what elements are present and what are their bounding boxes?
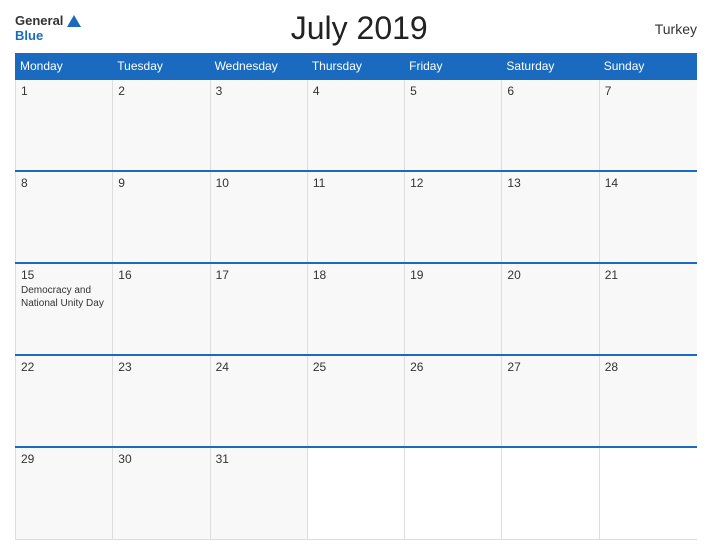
calendar-cell: 12 bbox=[405, 171, 502, 263]
calendar-cell bbox=[599, 447, 696, 539]
day-number: 1 bbox=[21, 84, 107, 98]
calendar-cell: 26 bbox=[405, 355, 502, 447]
calendar-cell: 24 bbox=[210, 355, 307, 447]
day-number: 2 bbox=[118, 84, 204, 98]
logo-blue-text: Blue bbox=[15, 29, 43, 43]
calendar-cell: 23 bbox=[113, 355, 210, 447]
calendar-cell: 11 bbox=[307, 171, 404, 263]
day-number: 17 bbox=[216, 268, 302, 282]
calendar-header: General Blue July 2019 Turkey bbox=[15, 10, 697, 47]
day-number: 16 bbox=[118, 268, 204, 282]
weekday-header-wednesday: Wednesday bbox=[210, 54, 307, 80]
day-number: 6 bbox=[507, 84, 593, 98]
day-number: 8 bbox=[21, 176, 107, 190]
calendar-cell: 4 bbox=[307, 79, 404, 171]
calendar-week-row: 15 Democracy and National Unity Day 16 17 18… bbox=[16, 263, 697, 355]
calendar-week-row: 89 10 11 12 13 14 bbox=[16, 171, 697, 263]
calendar-cell: 25 bbox=[307, 355, 404, 447]
calendar-cell: 28 bbox=[599, 355, 696, 447]
day-number: 12 bbox=[410, 176, 496, 190]
logo-general-text: General bbox=[15, 14, 63, 28]
calendar-week-row: 29 30 31 bbox=[16, 447, 697, 539]
calendar-week-row: 22 23 24 25 26 27 28 bbox=[16, 355, 697, 447]
calendar-week-row: 1234567 bbox=[16, 79, 697, 171]
calendar-cell: 10 bbox=[210, 171, 307, 263]
day-number: 27 bbox=[507, 360, 593, 374]
day-number: 29 bbox=[21, 452, 107, 466]
day-number: 24 bbox=[216, 360, 302, 374]
day-number: 19 bbox=[410, 268, 496, 282]
day-number: 23 bbox=[118, 360, 204, 374]
weekday-header-thursday: Thursday bbox=[307, 54, 404, 80]
day-number: 3 bbox=[216, 84, 302, 98]
calendar-cell: 7 bbox=[599, 79, 696, 171]
day-number: 22 bbox=[21, 360, 107, 374]
event-text: Democracy and National Unity Day bbox=[21, 284, 107, 310]
day-number: 10 bbox=[216, 176, 302, 190]
weekday-header-monday: Monday bbox=[16, 54, 113, 80]
calendar-cell: 13 bbox=[502, 171, 599, 263]
calendar-cell: 1 bbox=[16, 79, 113, 171]
calendar-cell: 15 Democracy and National Unity Day bbox=[16, 263, 113, 355]
weekday-header-row: MondayTuesdayWednesdayThursdayFridaySatu… bbox=[16, 54, 697, 80]
weekday-header-saturday: Saturday bbox=[502, 54, 599, 80]
calendar-tbody: 123456789101112131415Democracy and Natio… bbox=[16, 79, 697, 540]
day-number: 4 bbox=[313, 84, 399, 98]
calendar-cell: 30 bbox=[113, 447, 210, 539]
logo-triangle-icon bbox=[67, 15, 81, 27]
day-number: 15 bbox=[21, 268, 107, 282]
day-number: 11 bbox=[313, 176, 399, 190]
calendar-cell: 18 bbox=[307, 263, 404, 355]
country-name: Turkey bbox=[637, 21, 697, 37]
day-number: 18 bbox=[313, 268, 399, 282]
calendar-cell: 17 bbox=[210, 263, 307, 355]
calendar-thead: MondayTuesdayWednesdayThursdayFridaySatu… bbox=[16, 54, 697, 80]
calendar-cell bbox=[307, 447, 404, 539]
calendar-cell: 22 bbox=[16, 355, 113, 447]
day-number: 14 bbox=[605, 176, 692, 190]
day-number: 20 bbox=[507, 268, 593, 282]
calendar-cell: 16 bbox=[113, 263, 210, 355]
day-number: 13 bbox=[507, 176, 593, 190]
calendar-cell: 31 bbox=[210, 447, 307, 539]
calendar-container: General Blue July 2019 Turkey MondayTues… bbox=[0, 0, 712, 550]
day-number: 28 bbox=[605, 360, 692, 374]
calendar-cell: 19 bbox=[405, 263, 502, 355]
calendar-cell: 20 bbox=[502, 263, 599, 355]
calendar-cell bbox=[405, 447, 502, 539]
day-number: 25 bbox=[313, 360, 399, 374]
calendar-cell: 8 bbox=[16, 171, 113, 263]
day-number: 5 bbox=[410, 84, 496, 98]
calendar-cell bbox=[502, 447, 599, 539]
day-number: 21 bbox=[605, 268, 692, 282]
calendar-cell: 21 bbox=[599, 263, 696, 355]
weekday-header-sunday: Sunday bbox=[599, 54, 696, 80]
calendar-table: MondayTuesdayWednesdayThursdayFridaySatu… bbox=[15, 53, 697, 540]
day-number: 26 bbox=[410, 360, 496, 374]
calendar-title: July 2019 bbox=[81, 10, 637, 47]
calendar-cell: 29 bbox=[16, 447, 113, 539]
calendar-cell: 27 bbox=[502, 355, 599, 447]
calendar-cell: 14 bbox=[599, 171, 696, 263]
weekday-header-tuesday: Tuesday bbox=[113, 54, 210, 80]
calendar-cell: 3 bbox=[210, 79, 307, 171]
calendar-cell: 2 bbox=[113, 79, 210, 171]
day-number: 9 bbox=[118, 176, 204, 190]
calendar-cell: 6 bbox=[502, 79, 599, 171]
calendar-cell: 9 bbox=[113, 171, 210, 263]
day-number: 30 bbox=[118, 452, 204, 466]
day-number: 7 bbox=[605, 84, 692, 98]
calendar-cell: 5 bbox=[405, 79, 502, 171]
weekday-header-friday: Friday bbox=[405, 54, 502, 80]
logo: General Blue bbox=[15, 14, 81, 43]
day-number: 31 bbox=[216, 452, 302, 466]
